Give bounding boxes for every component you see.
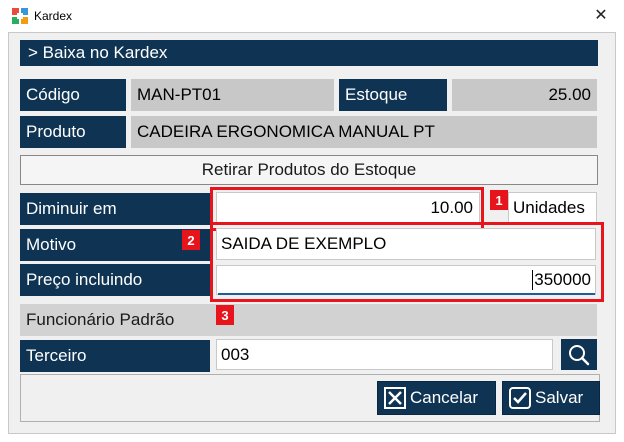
search-button[interactable] [561, 339, 597, 370]
diminuir-label: Diminuir em [20, 193, 210, 225]
cancelar-button[interactable]: Cancelar [377, 381, 496, 415]
produto-value: CADEIRA ERGONOMICA MANUAL PT [131, 116, 597, 148]
salvar-button[interactable]: Salvar [502, 381, 600, 415]
annotation-badge-3: 3 [216, 305, 234, 325]
codigo-label: Código [20, 79, 126, 111]
search-icon [569, 344, 590, 365]
unidades-label: Unidades [513, 198, 585, 217]
section-header: > Baixa no Kardex [20, 40, 598, 66]
retirar-produtos-button[interactable]: Retirar Produtos do Estoque [20, 155, 598, 185]
cancelar-label: Cancelar [410, 388, 479, 407]
highlight-box-2 [210, 222, 604, 302]
terceiro-input[interactable]: 003 [216, 339, 553, 370]
kardex-app-icon [12, 8, 28, 24]
terceiro-label: Terceiro [20, 340, 210, 372]
salvar-label: Salvar [535, 388, 584, 407]
annotation-badge-2: 2 [182, 230, 200, 250]
estoque-value: 25.00 [452, 79, 597, 111]
unidades-box: Unidades [508, 192, 597, 224]
estoque-label: Estoque [339, 79, 447, 111]
codigo-value: MAN-PT01 [131, 79, 334, 111]
annotation-badge-1: 1 [490, 190, 508, 210]
funcionario-padrao-label: Funcionário Padrão [20, 304, 597, 336]
title-bar [0, 0, 624, 32]
preco-label: Preço incluindo [20, 264, 210, 296]
cancel-x-icon [384, 387, 406, 409]
produto-label: Produto [20, 116, 126, 148]
window-title: Kardex [34, 9, 73, 23]
close-icon[interactable]: ✕ [588, 4, 614, 28]
save-check-icon [509, 387, 531, 409]
